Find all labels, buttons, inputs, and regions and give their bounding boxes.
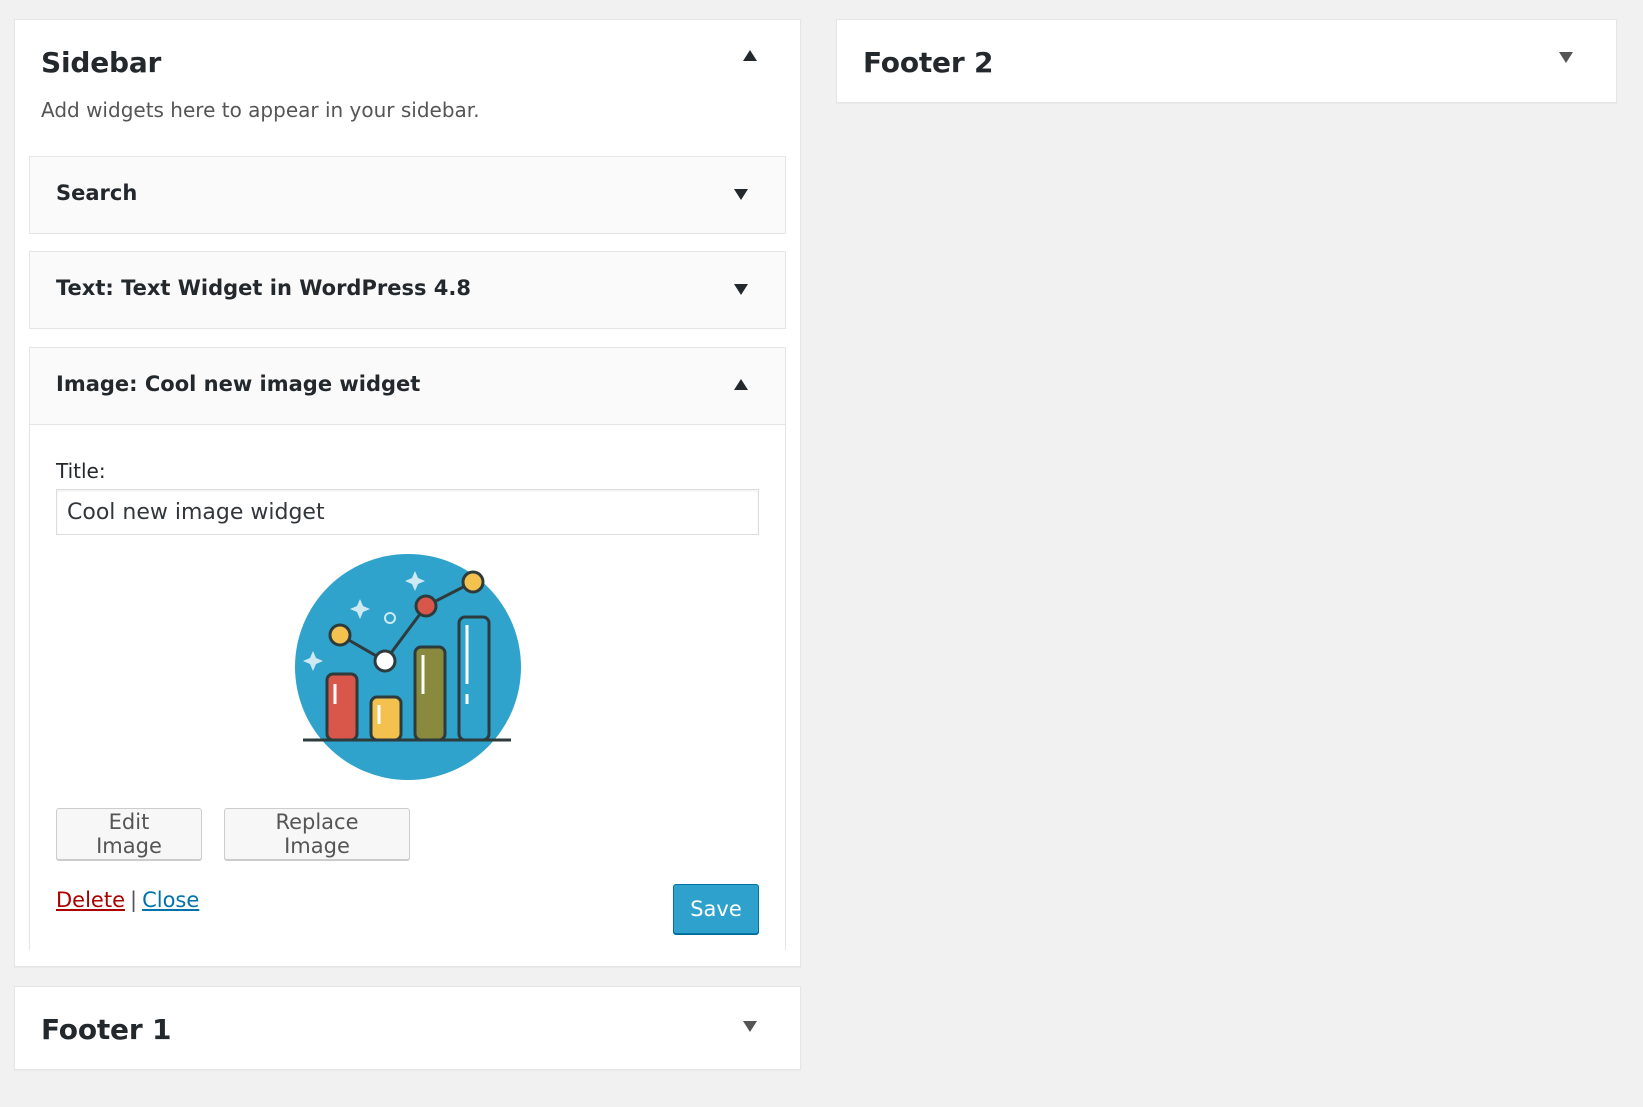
bar-chart-illustration-icon	[295, 554, 521, 780]
widget-image-header[interactable]: Image: Cool new image widget	[30, 348, 785, 424]
widget-search[interactable]: Search	[29, 156, 786, 234]
widget-text[interactable]: Text: Text Widget in WordPress 4.8	[29, 251, 786, 329]
close-link[interactable]: Close	[142, 888, 199, 912]
footer1-area-title: Footer 1	[41, 1013, 172, 1046]
save-button[interactable]: Save	[673, 884, 759, 934]
delete-link[interactable]: Delete	[56, 888, 125, 912]
widget-text-header[interactable]: Text: Text Widget in WordPress 4.8	[30, 252, 785, 328]
edit-image-button[interactable]: Edit Image	[56, 808, 202, 860]
title-input[interactable]	[56, 489, 759, 535]
link-separator: |	[130, 888, 138, 912]
sidebar-area-description: Add widgets here to appear in your sideb…	[41, 98, 480, 122]
footer2-widget-area[interactable]: Footer 2	[836, 19, 1617, 103]
expand-arrow-icon[interactable]	[1559, 52, 1573, 63]
widget-image: Image: Cool new image widget Title: Cool…	[29, 347, 786, 951]
sidebar-widget-area: Sidebar Add widgets here to appear in yo…	[14, 19, 801, 967]
widget-search-header[interactable]: Search	[30, 157, 785, 233]
image-preview[interactable]	[295, 554, 521, 780]
widget-title: Image: Cool new image widget	[56, 372, 421, 396]
widget-control-links: Delete | Close	[56, 888, 199, 912]
widget-image-form: Title: Cool new image widget Edit Image …	[30, 424, 785, 951]
sidebar-area-title[interactable]: Sidebar	[41, 46, 161, 79]
title-label: Title:	[56, 459, 106, 483]
expand-arrow-icon[interactable]	[734, 189, 748, 200]
expand-arrow-icon[interactable]	[734, 284, 748, 295]
footer2-area-title: Footer 2	[863, 46, 994, 79]
expand-arrow-icon[interactable]	[743, 1021, 757, 1032]
collapse-arrow-icon[interactable]	[734, 379, 748, 390]
replace-image-button[interactable]: Replace Image	[224, 808, 410, 860]
widget-title: Search	[56, 181, 138, 205]
collapse-arrow-icon[interactable]	[743, 50, 757, 61]
widget-title: Text: Text Widget in WordPress 4.8	[56, 276, 471, 300]
footer1-widget-area[interactable]: Footer 1	[14, 986, 801, 1070]
